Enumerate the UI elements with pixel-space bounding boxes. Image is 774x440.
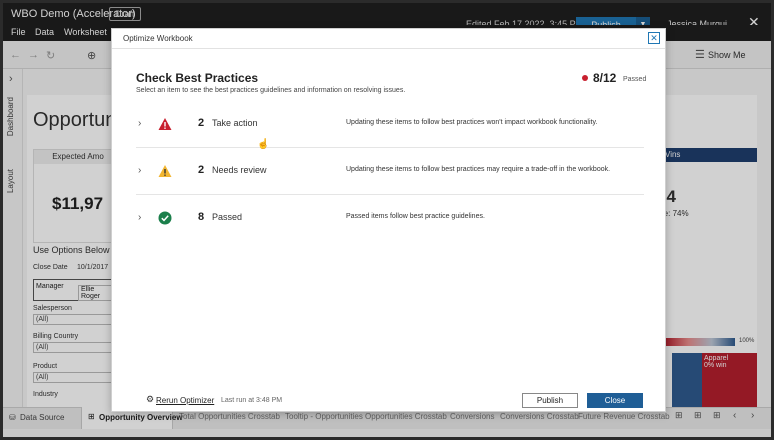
error-triangle-icon [158,118,172,130]
close-button[interactable]: Close [587,393,643,408]
chevron-right-icon[interactable]: › [138,165,141,176]
best-practices-subheading: Select an item to see the best practices… [136,87,406,94]
tableau-window: WBO Demo (Accelerator) Draft ✕ Edited Fe… [3,3,771,437]
row-count: 2 [198,164,205,176]
publish-button[interactable]: Publish [522,393,578,408]
check-circle-icon [158,211,172,225]
row-needs-review[interactable]: › 2 Needs review Updating these items to… [136,148,644,195]
row-count: 8 [198,211,205,223]
last-run-timestamp: Last run at 3:48 PM [221,397,283,404]
warning-triangle-icon [158,165,172,177]
score-label: Passed [623,76,647,83]
row-label: Take action [212,118,258,128]
score-value: 8/12 [593,71,617,85]
status-dot-icon [582,75,588,81]
mouse-cursor-icon: ☝ [257,139,270,150]
dialog-title: Optimize Workbook [123,34,193,43]
best-practices-heading: Check Best Practices [136,71,259,85]
row-take-action[interactable]: › 2 Take action Updating these items to … [136,101,644,148]
row-label: Passed [212,212,243,222]
chevron-right-icon[interactable]: › [138,118,141,129]
row-description: Passed items follow best practice guidel… [346,213,485,220]
optimize-workbook-dialog: Optimize Workbook ✕ Check Best Practices… [111,28,666,412]
row-count: 2 [198,117,205,129]
rerun-optimizer-link[interactable]: Rerun Optimizer [156,396,214,405]
row-description: Updating these items to follow best prac… [346,166,611,173]
row-description: Updating these items to follow best prac… [346,119,598,126]
optimizer-icon[interactable]: ⚙ [146,394,154,405]
row-label: Needs review [212,165,267,175]
dialog-titlebar: Optimize Workbook ✕ [112,29,665,49]
chevron-right-icon[interactable]: › [138,212,141,223]
close-icon[interactable]: ✕ [648,32,660,44]
row-passed[interactable]: › 8 Passed Passed items follow best prac… [136,195,644,242]
